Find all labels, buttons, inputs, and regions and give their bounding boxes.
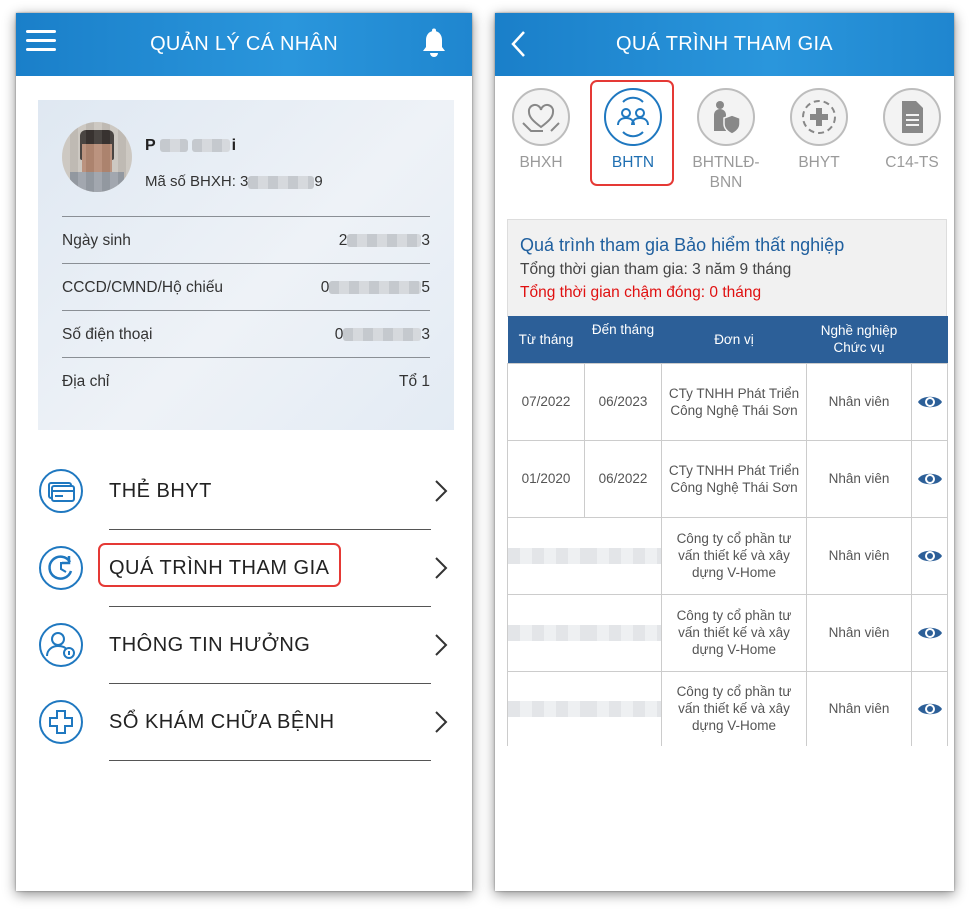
- medical-cross-icon: [39, 700, 83, 744]
- summary-title: Quá trình tham gia Bảo hiểm thất nghiệp: [520, 235, 845, 255]
- eye-icon: [917, 473, 942, 484]
- cell-unit: CTy TNHH Phát Triển Công Nghệ Thái Sơn: [661, 362, 807, 441]
- redacted-value: [508, 624, 585, 641]
- cell-from: [507, 670, 585, 746]
- column-header-to: Đến tháng: [584, 316, 662, 363]
- bell-icon[interactable]: [419, 28, 449, 60]
- chevron-right-icon: [435, 480, 448, 502]
- cell-to: [584, 670, 662, 746]
- avatar: [62, 122, 132, 192]
- redacted-value: [584, 547, 661, 564]
- document-icon: [883, 88, 941, 146]
- menu-item-label: THẺ BHYT: [109, 480, 212, 502]
- redacted-value: [584, 700, 661, 717]
- page-title: QUẢN LÝ CÁ NHÂN: [150, 33, 338, 55]
- redacted-value: [508, 700, 585, 717]
- cell-job: Nhân viên: [806, 362, 912, 441]
- card-icon: [39, 469, 83, 513]
- menu-item-label: THÔNG TIN HƯỞNG: [109, 634, 311, 656]
- view-detail-button[interactable]: [911, 593, 948, 672]
- tab-c14-ts[interactable]: C14-TS: [867, 87, 954, 173]
- cell-job: Nhân viên: [806, 516, 912, 595]
- cell-from: 07/2022: [507, 362, 585, 441]
- highlight-box: [590, 80, 674, 186]
- eye-icon: [917, 627, 942, 638]
- personal-management-screen: QUẢN LÝ CÁ NHÂN Pi Mã số BHXH: 39 Ngày s…: [16, 13, 472, 891]
- view-detail-button[interactable]: [911, 362, 948, 441]
- hands-heart-icon: [512, 88, 570, 146]
- table-header-row: Từ tháng Đến tháng Đơn vị Nghề nghiệp Chứ…: [507, 316, 948, 363]
- medical-cross-icon: [790, 88, 848, 146]
- cell-from: 01/2020: [507, 439, 585, 518]
- app-header: QUẢN LÝ CÁ NHÂN: [16, 13, 472, 76]
- chevron-right-icon: [435, 711, 448, 733]
- cell-to: 06/2023: [584, 362, 662, 441]
- cell-from: [507, 516, 585, 595]
- user-info-icon: [39, 623, 83, 667]
- cell-from: [507, 593, 585, 672]
- eye-icon: [917, 703, 942, 714]
- tab-bhtnld-bnn[interactable]: BHTNLĐ-BNN: [681, 87, 771, 193]
- summary-panel: Quá trình tham gia Bảo hiểm thất nghiệp …: [507, 219, 947, 317]
- worker-shield-icon: [697, 88, 755, 146]
- column-header-job: Nghề nghiệp Chức vụ: [806, 316, 912, 363]
- app-header: QUÁ TRÌNH THAM GIA: [495, 13, 954, 76]
- cell-to: 06/2022: [584, 439, 662, 518]
- social-insurance-code: Mã số BHXH: 39: [145, 173, 323, 190]
- page-title: QUÁ TRÌNH THAM GIA: [616, 33, 833, 55]
- tab-bhxh[interactable]: BHXH: [496, 87, 586, 173]
- menu-item-medical-book[interactable]: SỔ KHÁM CHỮA BỆNH: [38, 684, 454, 761]
- tab-bhyt[interactable]: BHYT: [774, 87, 864, 173]
- view-detail-button[interactable]: [911, 439, 948, 518]
- history-icon: [39, 546, 83, 590]
- table-row: 01/2020 06/2022 CTy TNHH Phát Triển Công…: [507, 439, 948, 518]
- menu-item-health-card[interactable]: THẺ BHYT: [38, 453, 454, 530]
- view-detail-button[interactable]: [911, 516, 948, 595]
- total-participation-time: Tổng thời gian tham gia: 3 năm 9 tháng: [520, 261, 792, 278]
- cell-unit: Công ty cổ phần tư vấn thiết kế và xây d…: [661, 593, 807, 672]
- profile-row-phone: Số điện thoại 03: [62, 310, 430, 357]
- cell-unit: Công ty cổ phần tư vấn thiết kế và xây d…: [661, 516, 807, 595]
- column-header-from: Từ tháng: [507, 316, 585, 363]
- profile-card: Pi Mã số BHXH: 39 Ngày sinh 23 CCCD/CMND…: [38, 100, 454, 430]
- redacted-value: [584, 624, 661, 641]
- total-late-payment-time: Tổng thời gian chậm đóng: 0 tháng: [520, 284, 762, 301]
- participation-history-screen: QUÁ TRÌNH THAM GIA BHXH BHTN BHTNLĐ-BNN: [495, 13, 954, 891]
- table-row: Công ty cổ phần tư vấn thiết kế và xây d…: [507, 670, 948, 746]
- profile-row-id-number: CCCD/CMND/Hộ chiếu 05: [62, 263, 430, 310]
- view-detail-button[interactable]: [911, 670, 948, 746]
- cell-unit: Công ty cổ phần tư vấn thiết kế và xây d…: [661, 670, 807, 746]
- cell-unit: CTy TNHH Phát Triển Công Nghệ Thái Sơn: [661, 439, 807, 518]
- table-row: Công ty cổ phần tư vấn thiết kế và xây d…: [507, 516, 948, 595]
- cell-to: [584, 593, 662, 672]
- redacted-value: [508, 547, 585, 564]
- highlight-box: [98, 543, 341, 587]
- eye-icon: [917, 550, 942, 561]
- menu-item-label: SỔ KHÁM CHỮA BỆNH: [109, 711, 335, 733]
- cell-job: Nhân viên: [806, 670, 912, 746]
- table-row: 07/2022 06/2023 CTy TNHH Phát Triển Công…: [507, 362, 948, 441]
- participation-table: Từ tháng Đến tháng Đơn vị Nghề nghiệp Chứ…: [507, 316, 948, 746]
- chevron-right-icon: [435, 557, 448, 579]
- chevron-right-icon: [435, 634, 448, 656]
- column-header-action: [911, 316, 948, 363]
- cell-job: Nhân viên: [806, 439, 912, 518]
- profile-row-address: Địa chỉ Tổ 1: [62, 357, 430, 404]
- cell-job: Nhân viên: [806, 593, 912, 672]
- column-header-unit: Đơn vị: [661, 316, 807, 363]
- profile-row-birthdate: Ngày sinh 23: [62, 216, 430, 263]
- menu-item-participation-history[interactable]: QUÁ TRÌNH THAM GIA: [38, 530, 454, 607]
- eye-icon: [917, 396, 942, 407]
- cell-to: [584, 516, 662, 595]
- menu-item-benefit-info[interactable]: THÔNG TIN HƯỞNG: [38, 607, 454, 684]
- table-row: Công ty cổ phần tư vấn thiết kế và xây d…: [507, 593, 948, 672]
- profile-name: Pi: [145, 137, 237, 154]
